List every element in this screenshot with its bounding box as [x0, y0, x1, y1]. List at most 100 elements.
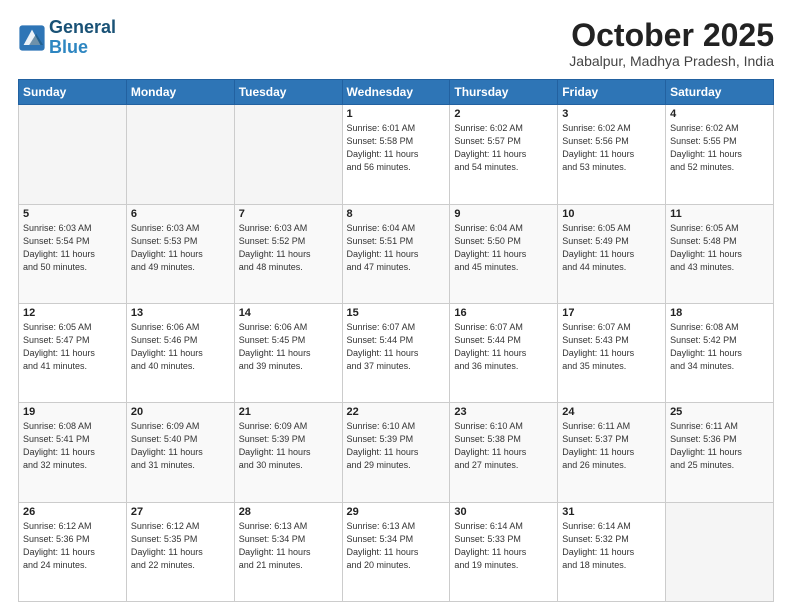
weekday-header-cell: Thursday	[450, 80, 558, 105]
calendar-cell	[234, 105, 342, 204]
calendar-cell: 9Sunrise: 6:04 AMSunset: 5:50 PMDaylight…	[450, 204, 558, 303]
day-number: 26	[23, 506, 122, 518]
day-number: 5	[23, 208, 122, 220]
weekday-header-cell: Friday	[558, 80, 666, 105]
day-info: Sunrise: 6:10 AMSunset: 5:38 PMDaylight:…	[454, 420, 553, 472]
calendar-cell: 18Sunrise: 6:08 AMSunset: 5:42 PMDayligh…	[666, 303, 774, 402]
day-info: Sunrise: 6:02 AMSunset: 5:57 PMDaylight:…	[454, 122, 553, 174]
calendar-cell: 22Sunrise: 6:10 AMSunset: 5:39 PMDayligh…	[342, 403, 450, 502]
calendar-cell: 2 Sunrise: 6:02 AMSunset: 5:57 PMDaylight…	[450, 105, 558, 204]
calendar-cell	[666, 502, 774, 601]
day-info: Sunrise: 6:14 AMSunset: 5:33 PMDaylight:…	[454, 520, 553, 572]
calendar-cell: 15 Sunrise: 6:07 AMSunset: 5:44 PMDayligh…	[342, 303, 450, 402]
day-info: Sunrise: 6:12 AMSunset: 5:36 PMDaylight:…	[23, 520, 122, 572]
day-info: Sunrise: 6:09 AMSunset: 5:39 PMDaylight:…	[239, 420, 338, 472]
calendar-cell: 1Sunrise: 6:01 AMSunset: 5:58 PMDaylight…	[342, 105, 450, 204]
day-number: 6	[131, 208, 230, 220]
day-number: 20	[131, 406, 230, 418]
day-number: 2	[454, 108, 553, 120]
day-number: 30	[454, 506, 553, 518]
calendar-cell: 21 Sunrise: 6:09 AMSunset: 5:39 PMDayligh…	[234, 403, 342, 502]
day-info: Sunrise: 6:14 AMSunset: 5:32 PMDaylight:…	[562, 520, 661, 572]
day-info: Sunrise: 6:11 AMSunset: 5:37 PMDaylight:…	[562, 420, 661, 472]
weekday-header-cell: Saturday	[666, 80, 774, 105]
calendar-cell	[19, 105, 127, 204]
day-number: 10	[562, 208, 661, 220]
logo-line2: Blue	[49, 38, 116, 58]
day-number: 11	[670, 208, 769, 220]
day-info: Sunrise: 6:06 AMSunset: 5:45 PMDaylight:…	[239, 321, 338, 373]
day-number: 7	[239, 208, 338, 220]
day-info: Sunrise: 6:11 AMSunset: 5:36 PMDaylight:…	[670, 420, 769, 472]
calendar-cell: 31 Sunrise: 6:14 AMSunset: 5:32 PMDayligh…	[558, 502, 666, 601]
day-info: Sunrise: 6:07 AMSunset: 5:43 PMDaylight:…	[562, 321, 661, 373]
calendar-cell: 3Sunrise: 6:02 AMSunset: 5:56 PMDaylight…	[558, 105, 666, 204]
calendar-week-row: 5 Sunrise: 6:03 AMSunset: 5:54 PMDaylight…	[19, 204, 774, 303]
header: General Blue October 2025 Jabalpur, Madh…	[18, 18, 774, 69]
day-info: Sunrise: 6:01 AMSunset: 5:58 PMDaylight:…	[347, 122, 446, 174]
calendar-cell: 10 Sunrise: 6:05 AMSunset: 5:49 PMDayligh…	[558, 204, 666, 303]
weekday-header-cell: Tuesday	[234, 80, 342, 105]
day-info: Sunrise: 6:05 AMSunset: 5:49 PMDaylight:…	[562, 222, 661, 274]
day-info: Sunrise: 6:08 AMSunset: 5:42 PMDaylight:…	[670, 321, 769, 373]
month-title: October 2025	[569, 18, 774, 53]
logo-line1: General	[49, 18, 116, 38]
calendar-cell: 29Sunrise: 6:13 AMSunset: 5:34 PMDayligh…	[342, 502, 450, 601]
day-number: 13	[131, 307, 230, 319]
calendar-cell: 11 Sunrise: 6:05 AMSunset: 5:48 PMDayligh…	[666, 204, 774, 303]
calendar-cell: 14 Sunrise: 6:06 AMSunset: 5:45 PMDayligh…	[234, 303, 342, 402]
day-info: Sunrise: 6:07 AMSunset: 5:44 PMDaylight:…	[454, 321, 553, 373]
day-number: 31	[562, 506, 661, 518]
day-number: 23	[454, 406, 553, 418]
day-number: 15	[347, 307, 446, 319]
calendar-cell: 23 Sunrise: 6:10 AMSunset: 5:38 PMDayligh…	[450, 403, 558, 502]
calendar-cell: 13 Sunrise: 6:06 AMSunset: 5:46 PMDayligh…	[126, 303, 234, 402]
day-number: 16	[454, 307, 553, 319]
day-info: Sunrise: 6:13 AMSunset: 5:34 PMDaylight:…	[239, 520, 338, 572]
day-number: 19	[23, 406, 122, 418]
calendar-week-row: 1Sunrise: 6:01 AMSunset: 5:58 PMDaylight…	[19, 105, 774, 204]
calendar-cell: 19 Sunrise: 6:08 AMSunset: 5:41 PMDayligh…	[19, 403, 127, 502]
day-number: 14	[239, 307, 338, 319]
day-info: Sunrise: 6:05 AMSunset: 5:48 PMDaylight:…	[670, 222, 769, 274]
calendar-cell: 27Sunrise: 6:12 AMSunset: 5:35 PMDayligh…	[126, 502, 234, 601]
day-info: Sunrise: 6:13 AMSunset: 5:34 PMDaylight:…	[347, 520, 446, 572]
calendar-week-row: 12Sunrise: 6:05 AMSunset: 5:47 PMDayligh…	[19, 303, 774, 402]
day-info: Sunrise: 6:06 AMSunset: 5:46 PMDaylight:…	[131, 321, 230, 373]
calendar-cell: 25Sunrise: 6:11 AMSunset: 5:36 PMDayligh…	[666, 403, 774, 502]
day-number: 12	[23, 307, 122, 319]
calendar-cell: 20 Sunrise: 6:09 AMSunset: 5:40 PMDayligh…	[126, 403, 234, 502]
calendar-cell: 26 Sunrise: 6:12 AMSunset: 5:36 PMDayligh…	[19, 502, 127, 601]
logo: General Blue	[18, 18, 116, 58]
day-info: Sunrise: 6:03 AMSunset: 5:54 PMDaylight:…	[23, 222, 122, 274]
calendar-week-row: 19 Sunrise: 6:08 AMSunset: 5:41 PMDayligh…	[19, 403, 774, 502]
day-number: 8	[347, 208, 446, 220]
calendar-table: SundayMondayTuesdayWednesdayThursdayFrid…	[18, 79, 774, 602]
day-info: Sunrise: 6:08 AMSunset: 5:41 PMDaylight:…	[23, 420, 122, 472]
calendar-cell: 5 Sunrise: 6:03 AMSunset: 5:54 PMDaylight…	[19, 204, 127, 303]
page: General Blue October 2025 Jabalpur, Madh…	[0, 0, 792, 612]
day-info: Sunrise: 6:09 AMSunset: 5:40 PMDaylight:…	[131, 420, 230, 472]
day-number: 22	[347, 406, 446, 418]
title-block: October 2025 Jabalpur, Madhya Pradesh, I…	[569, 18, 774, 69]
day-number: 3	[562, 108, 661, 120]
logo-icon	[18, 24, 46, 52]
day-info: Sunrise: 6:07 AMSunset: 5:44 PMDaylight:…	[347, 321, 446, 373]
location: Jabalpur, Madhya Pradesh, India	[569, 53, 774, 69]
calendar-cell: 4Sunrise: 6:02 AMSunset: 5:55 PMDaylight…	[666, 105, 774, 204]
weekday-header-cell: Monday	[126, 80, 234, 105]
weekday-header-cell: Wednesday	[342, 80, 450, 105]
calendar-cell: 16 Sunrise: 6:07 AMSunset: 5:44 PMDayligh…	[450, 303, 558, 402]
day-number: 21	[239, 406, 338, 418]
calendar-cell: 30 Sunrise: 6:14 AMSunset: 5:33 PMDayligh…	[450, 502, 558, 601]
calendar-cell: 28Sunrise: 6:13 AMSunset: 5:34 PMDayligh…	[234, 502, 342, 601]
calendar-cell: 7 Sunrise: 6:03 AMSunset: 5:52 PMDaylight…	[234, 204, 342, 303]
calendar-week-row: 26 Sunrise: 6:12 AMSunset: 5:36 PMDayligh…	[19, 502, 774, 601]
day-number: 17	[562, 307, 661, 319]
day-info: Sunrise: 6:03 AMSunset: 5:53 PMDaylight:…	[131, 222, 230, 274]
weekday-header-row: SundayMondayTuesdayWednesdayThursdayFrid…	[19, 80, 774, 105]
calendar-body: 1Sunrise: 6:01 AMSunset: 5:58 PMDaylight…	[19, 105, 774, 602]
day-info: Sunrise: 6:03 AMSunset: 5:52 PMDaylight:…	[239, 222, 338, 274]
calendar-cell	[126, 105, 234, 204]
weekday-header-cell: Sunday	[19, 80, 127, 105]
